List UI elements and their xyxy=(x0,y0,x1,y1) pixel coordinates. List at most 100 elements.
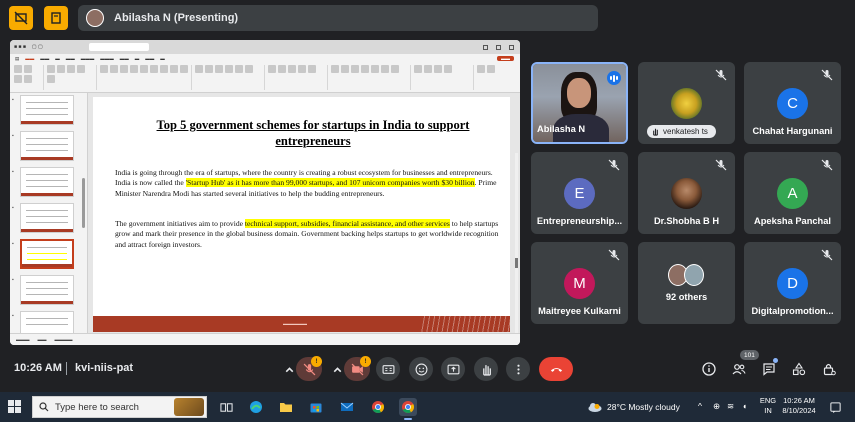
slide-thumbnail-selected[interactable] xyxy=(20,239,74,269)
tray-overflow-chevron-icon[interactable]: ^ xyxy=(698,401,702,411)
weather-text[interactable]: 28°C Mostly cloudy xyxy=(607,402,680,412)
search-icon xyxy=(39,402,49,412)
raised-hand-icon xyxy=(653,128,658,136)
presenting-banner: Abilasha N (Presenting) xyxy=(78,5,598,31)
slide-thumbnails: ▪ ▪ ▪ ▪ ▪ ▪ ▪ xyxy=(10,93,88,341)
microsoft-store-icon[interactable] xyxy=(307,398,325,416)
participant-avatar: M xyxy=(564,268,595,299)
host-controls-icon[interactable] xyxy=(821,361,837,377)
participant-tile-shobha[interactable]: Dr.Shobha B H xyxy=(638,152,735,234)
participant-name: 92 others xyxy=(665,292,708,302)
taskbar-search-box[interactable]: Type here to search xyxy=(32,396,207,418)
mic-off-icon xyxy=(608,159,620,171)
mic-off-icon xyxy=(821,249,833,261)
participant-photo xyxy=(671,178,702,209)
emoji-icon xyxy=(415,363,427,375)
presenter-label: Abilasha N (Presenting) xyxy=(114,12,239,24)
tray-network-icon[interactable]: ⊕ xyxy=(713,401,720,412)
slide-canvas: Top 5 government schemes for startups in… xyxy=(93,97,510,332)
stop-presenting-icon[interactable] xyxy=(9,6,33,30)
slide-highlight-1: 'Startup Hub' as it has more than 99,000… xyxy=(185,178,475,188)
slide-thumbnail[interactable] xyxy=(20,167,74,197)
chrome-icon[interactable] xyxy=(369,398,387,416)
notifications-icon[interactable] xyxy=(828,398,842,416)
pin-window-icon[interactable] xyxy=(44,6,68,30)
slide-title: Top 5 government schemes for startups in… xyxy=(156,118,470,148)
activities-icon[interactable] xyxy=(791,361,807,377)
present-button[interactable] xyxy=(441,357,465,381)
participant-avatar: E xyxy=(564,178,595,209)
participant-tile-digitalpromotion[interactable]: D Digitalpromotion... xyxy=(744,242,841,324)
end-call-icon xyxy=(550,367,562,372)
ppt-workspace: ▪ ▪ ▪ ▪ ▪ ▪ ▪ Top 5 government schemes f… xyxy=(10,93,520,345)
raise-hand-button[interactable] xyxy=(474,357,498,381)
participant-avatar: C xyxy=(777,88,808,119)
participant-name: Maitreyee Kulkarni xyxy=(538,306,621,316)
tray-wifi-icon[interactable]: ≋ xyxy=(727,401,734,412)
language-primary[interactable]: ENG xyxy=(757,396,779,405)
edge-browser-icon[interactable] xyxy=(247,398,265,416)
raised-hand-pill: venkatesh ts xyxy=(647,125,716,138)
taskbar-search-placeholder: Type here to search xyxy=(55,401,139,413)
captions-button[interactable] xyxy=(376,357,400,381)
mic-off-icon xyxy=(715,159,727,171)
meeting-code: kvi-niis-pat xyxy=(75,362,134,374)
ppt-ribbon-tabs: ▤ ▬▬ ▬▬ ▬ ▬▬ ▬▬▬ ▬▬▬ ▬▬ ▬ ▬▬ ▬ ▬▬ xyxy=(10,54,520,63)
meeting-details-icon[interactable] xyxy=(701,361,717,377)
slide-scrollbar[interactable] xyxy=(515,153,518,345)
mic-off-icon xyxy=(608,249,620,261)
clock-date[interactable]: 8/10/2024 xyxy=(778,406,820,415)
mic-off-icon xyxy=(821,159,833,171)
participant-tile-maitreyee[interactable]: M Maitreyee Kulkarni xyxy=(531,242,628,324)
mail-icon[interactable] xyxy=(338,398,356,416)
slide-paragraph-2: The government initiatives aim to provid… xyxy=(115,219,499,249)
ppt-ribbon xyxy=(10,63,520,93)
presenter-avatar xyxy=(86,9,104,27)
weather-cloud-icon[interactable] xyxy=(587,398,603,416)
chat-icon[interactable] xyxy=(761,361,777,377)
slide-thumbnail[interactable] xyxy=(20,131,74,161)
raise-hand-icon xyxy=(482,364,491,376)
participant-name: Apeksha Panchal xyxy=(754,216,831,226)
windows-taskbar: Type here to search 28°C Mostly cloudy ^… xyxy=(0,392,855,422)
participant-tile-chahat[interactable]: C Chahat Hargunani xyxy=(744,62,841,144)
captions-icon xyxy=(382,364,394,374)
slide-thumbnail[interactable] xyxy=(20,275,74,305)
more-vert-icon xyxy=(516,364,520,374)
present-screen-icon xyxy=(447,364,459,374)
thumbnail-scrollbar[interactable] xyxy=(82,178,85,228)
slide-paragraph-1: India is going through the era of startu… xyxy=(115,168,497,198)
chrome-profile-icon[interactable] xyxy=(399,398,417,420)
mic-warning-badge: ! xyxy=(311,356,322,367)
meeting-time: 10:26 AM xyxy=(14,362,62,374)
speaking-indicator-icon xyxy=(607,71,621,85)
slide-thumbnail[interactable] xyxy=(20,95,74,125)
file-explorer-icon[interactable] xyxy=(277,398,295,416)
mic-off-icon xyxy=(715,69,727,81)
search-highlight-image xyxy=(174,398,204,416)
task-view-icon[interactable] xyxy=(217,398,235,416)
people-icon[interactable] xyxy=(731,361,747,377)
shared-screen: ■ ■ ■ ▢ ▢ ▤ ▬▬ ▬▬ ▬ ▬▬ ▬▬▬ ▬▬▬ ▬▬ ▬ ▬▬ ▬ ▬▬ ▪ ▪ ▪ ▪… xyxy=(10,40,520,345)
participant-tile-entrepreneurship[interactable]: E Entrepreneurship... xyxy=(531,152,628,234)
ppt-search-box xyxy=(88,43,149,51)
others-avatars xyxy=(668,264,708,286)
chat-unread-dot xyxy=(773,358,778,363)
tray-volume-icon[interactable]: ◖ xyxy=(742,401,747,411)
more-options-button[interactable] xyxy=(506,357,530,381)
clock-time[interactable]: 10:26 AM xyxy=(780,396,818,405)
participant-name: Dr.Shobha B H xyxy=(653,216,720,226)
participant-tile-abilasha[interactable]: Abilasha N xyxy=(531,62,628,144)
language-secondary[interactable]: IN xyxy=(757,406,779,415)
ppt-status-bar: ▬▬▬ ▬▬ ▬▬▬▬ xyxy=(10,333,520,345)
participant-tile-venkatesh[interactable]: venkatesh ts xyxy=(638,62,735,144)
participant-tile-others[interactable]: 92 others xyxy=(638,242,735,324)
participant-tile-apeksha[interactable]: A Apeksha Panchal xyxy=(744,152,841,234)
end-call-button[interactable] xyxy=(539,357,573,381)
windows-start-icon[interactable] xyxy=(8,400,21,413)
participant-name: Entrepreneurship... xyxy=(536,216,623,226)
ppt-title-bar: ■ ■ ■ ▢ ▢ xyxy=(10,40,520,54)
slide-highlight-2: technical support, subsidies, financial … xyxy=(244,219,450,228)
slide-thumbnail[interactable] xyxy=(20,203,74,233)
reactions-button[interactable] xyxy=(409,357,433,381)
